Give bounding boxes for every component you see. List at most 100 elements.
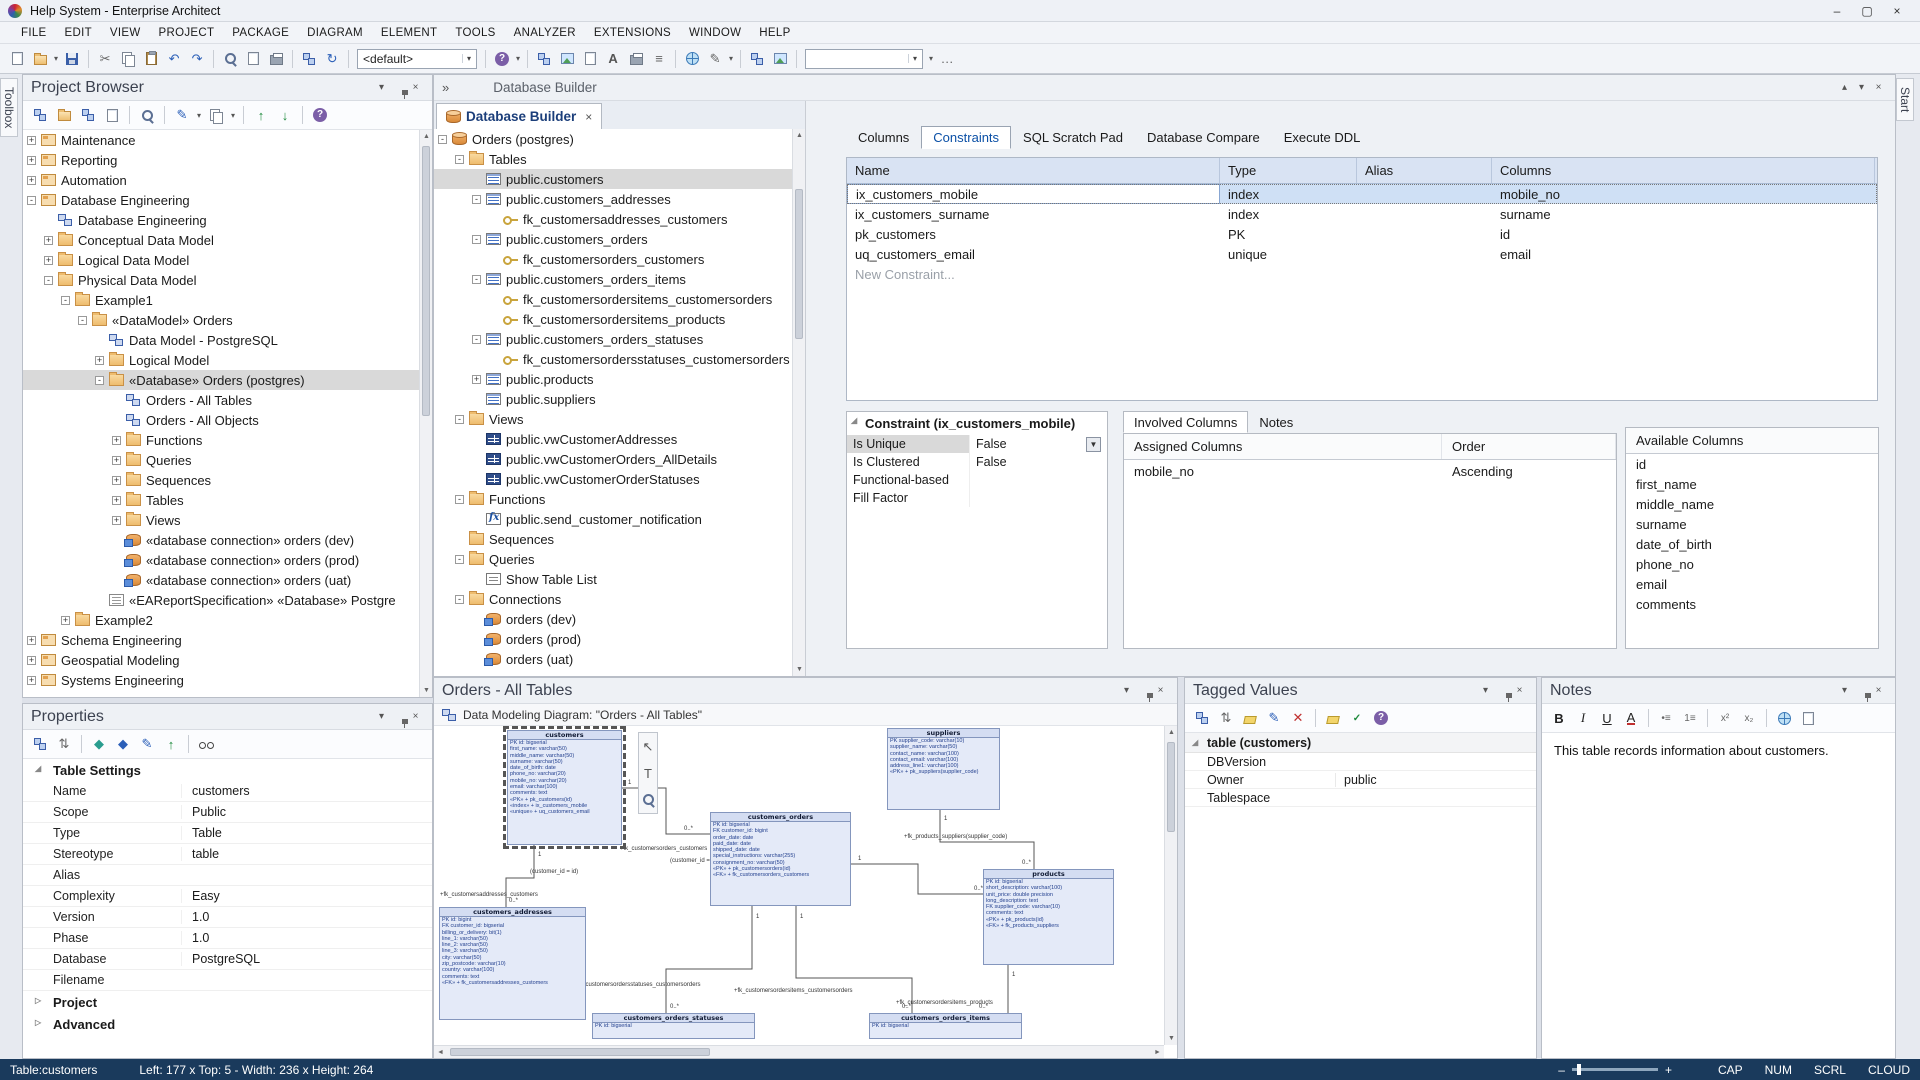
scrollbar-vertical[interactable]: ▲ ▼ xyxy=(1164,726,1177,1045)
collapse-icon[interactable]: ▴ xyxy=(1836,82,1853,93)
paste[interactable] xyxy=(140,48,162,70)
expand-icon[interactable]: + xyxy=(472,375,481,384)
column-header-order[interactable]: Order xyxy=(1442,434,1616,459)
collapse-icon[interactable]: - xyxy=(472,335,481,344)
collapse-icon[interactable]: - xyxy=(472,235,481,244)
tree-item[interactable]: +Systems Engineering xyxy=(23,670,432,690)
involved-column-row[interactable]: mobile_noAscending xyxy=(1124,460,1616,482)
collapse-icon[interactable]: - xyxy=(455,555,464,564)
pen-tool[interactable]: ✎ xyxy=(704,48,726,70)
expand-icon[interactable]: + xyxy=(44,236,53,245)
move-down[interactable]: ↓ xyxy=(274,104,296,126)
superscript[interactable]: x² xyxy=(1714,707,1736,729)
available-column-item[interactable]: date_of_birth xyxy=(1626,534,1878,554)
tree-item[interactable]: -Tables xyxy=(434,149,805,169)
available-column-item[interactable]: first_name xyxy=(1626,474,1878,494)
column-header-type[interactable]: Type xyxy=(1220,158,1357,183)
pen-tool-menu-icon[interactable]: ▾ xyxy=(727,54,735,63)
constraint-property-row[interactable]: Functional-based xyxy=(847,471,1107,489)
new-constraint-row[interactable]: New Constraint... xyxy=(847,264,1877,284)
tree-item[interactable]: -Connections xyxy=(434,589,805,609)
chevron-down-icon[interactable]: ▾ xyxy=(462,54,471,63)
diagram-entity-products[interactable]: productsPK id: bigserial short_descripti… xyxy=(983,869,1114,965)
italic[interactable]: I xyxy=(1572,707,1594,729)
panel-menu-icon[interactable]: ▾ xyxy=(1836,685,1853,696)
property-group-advanced[interactable]: ▷Advanced xyxy=(23,1013,432,1035)
collapse-icon[interactable]: - xyxy=(438,135,447,144)
property-value[interactable]: Table xyxy=(181,826,432,840)
tagged-value-options[interactable] xyxy=(1322,707,1344,729)
constraint-row[interactable]: ix_customers_mobileindexmobile_no xyxy=(847,184,1877,204)
diagram-entity-customers_orders_items[interactable]: customers_orders_itemsPK id: bigserial xyxy=(869,1013,1022,1039)
menu-item-diagram[interactable]: DIAGRAM xyxy=(298,25,372,41)
close-icon[interactable]: × xyxy=(1870,82,1887,93)
collapse-icon[interactable]: - xyxy=(95,376,104,385)
categorized-view[interactable] xyxy=(1191,707,1213,729)
tree-item[interactable]: -public.customers_addresses xyxy=(434,189,805,209)
tree-item[interactable]: +Maintenance xyxy=(23,130,432,150)
available-column-item[interactable]: id xyxy=(1626,454,1878,474)
edit-tagged-value[interactable]: ✎ xyxy=(1263,707,1285,729)
collapse-icon[interactable]: - xyxy=(455,155,464,164)
chevron-down-icon[interactable]: ▾ xyxy=(908,54,917,63)
cell-name[interactable]: pk_customers xyxy=(847,224,1220,244)
close-icon[interactable]: × xyxy=(1511,685,1528,696)
tree-item[interactable]: -Physical Data Model xyxy=(23,270,432,290)
menu-item-element[interactable]: ELEMENT xyxy=(372,25,446,41)
team-library[interactable] xyxy=(746,48,768,70)
tree-item[interactable]: -«DataModel» Orders xyxy=(23,310,432,330)
tree-item[interactable]: -public.customers_orders_items xyxy=(434,269,805,289)
property-row[interactable]: DatabasePostgreSQL xyxy=(23,949,432,970)
tree-item[interactable]: +fk_customersaddresses_customers xyxy=(434,209,805,229)
column-header-name[interactable]: Name xyxy=(847,158,1220,183)
cut[interactable]: ✂ xyxy=(94,48,116,70)
expand-icon[interactable]: + xyxy=(27,636,36,645)
tree-item[interactable]: +public.vwCustomerAddresses xyxy=(434,429,805,449)
property-group-table-settings[interactable]: ◢Table Settings xyxy=(23,759,432,781)
tree-item[interactable]: +fk_customersorders_customers xyxy=(434,249,805,269)
help-menu-icon[interactable]: ▾ xyxy=(514,54,522,63)
column-header-assigned-columns[interactable]: Assigned Columns xyxy=(1124,434,1442,459)
menu-item-window[interactable]: WINDOW xyxy=(680,25,750,41)
property-value[interactable]: Easy xyxy=(181,889,432,903)
tree-item[interactable]: +Database Engineering xyxy=(23,210,432,230)
cell-type[interactable]: index xyxy=(1220,184,1357,204)
reset-value[interactable]: ◆ xyxy=(88,733,110,755)
select-tool[interactable]: ↖ xyxy=(637,736,659,758)
print[interactable] xyxy=(265,48,287,70)
panel-menu-icon[interactable]: ▾ xyxy=(373,82,390,93)
menu-item-edit[interactable]: EDIT xyxy=(56,25,101,41)
menu-item-analyzer[interactable]: ANALYZER xyxy=(505,25,585,41)
tree-item[interactable]: +Data Model - PostgreSQL xyxy=(23,330,432,350)
collapse-icon[interactable]: - xyxy=(27,196,36,205)
toolbox-tab[interactable]: Toolbox xyxy=(0,78,18,137)
subscript[interactable]: x₂ xyxy=(1738,707,1760,729)
bold[interactable]: B xyxy=(1548,707,1570,729)
image-manager[interactable] xyxy=(556,48,578,70)
tree-item[interactable]: +Example2 xyxy=(23,610,432,630)
tree-item[interactable]: -Database Engineering xyxy=(23,190,432,210)
minimize-button[interactable]: – xyxy=(1822,4,1852,18)
expand-icon[interactable]: + xyxy=(112,476,121,485)
search-model[interactable] xyxy=(219,48,241,70)
tree-item[interactable]: +Orders - All Tables xyxy=(23,390,432,410)
zoom-tool[interactable] xyxy=(637,788,659,810)
tab-involved-columns[interactable]: Involved Columns xyxy=(1123,411,1248,433)
constraint-property-row[interactable]: Is ClusteredFalse xyxy=(847,453,1107,471)
close-icon[interactable]: × xyxy=(1870,685,1887,696)
categorized-view[interactable] xyxy=(29,733,51,755)
tree-item[interactable]: +Logical Data Model xyxy=(23,250,432,270)
collapse-icon[interactable]: - xyxy=(472,275,481,284)
property-row[interactable]: Version1.0 xyxy=(23,907,432,928)
cell-columns[interactable]: mobile_no xyxy=(1492,184,1875,204)
property-value[interactable]: 1.0 xyxy=(181,910,432,924)
new-diagram[interactable] xyxy=(533,48,555,70)
redo[interactable]: ↷ xyxy=(186,48,208,70)
tree-item[interactable]: +Geospatial Modeling xyxy=(23,650,432,670)
tree-item[interactable]: +Logical Model xyxy=(23,350,432,370)
tab-columns[interactable]: Columns xyxy=(846,126,921,149)
property-value[interactable] xyxy=(969,489,1107,507)
cell-type[interactable]: PK xyxy=(1220,224,1357,244)
tree-item[interactable]: +Schema Engineering xyxy=(23,630,432,650)
scrollbar-horizontal[interactable]: ◄ ► xyxy=(434,1045,1164,1058)
